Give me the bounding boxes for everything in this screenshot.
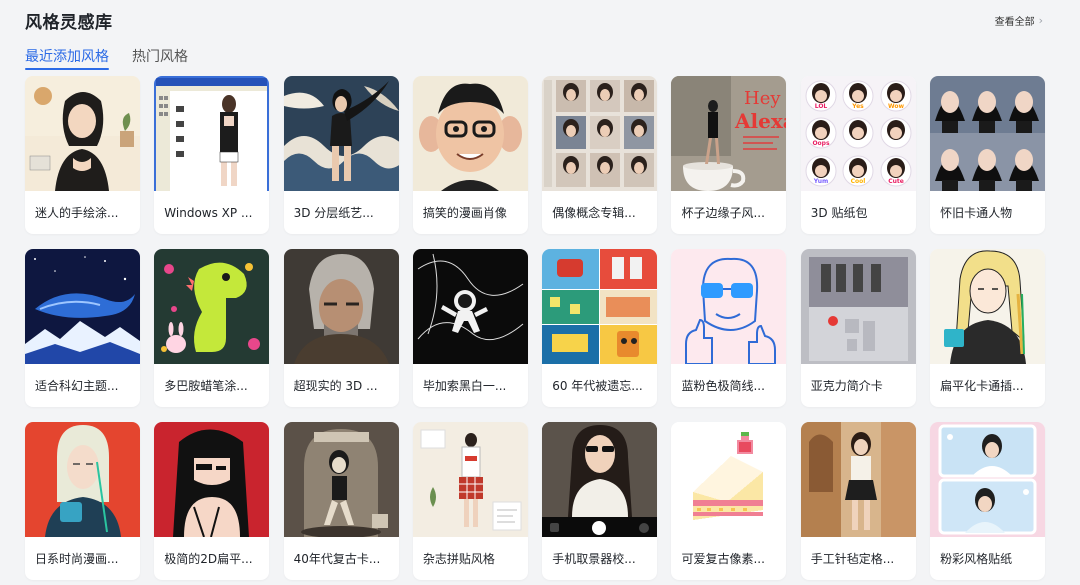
style-card[interactable]: 迷人的手绘涂...: [25, 76, 140, 234]
style-card-label: 怀旧卡通人物: [940, 206, 1013, 220]
style-thumbnail: [930, 422, 1046, 537]
style-card[interactable]: 3D 分层纸艺...: [283, 76, 399, 234]
style-card-label: 40年代复古卡...: [293, 552, 381, 566]
style-thumbnail: LOL Yes Wow Oops Yum Cool Cute: [800, 76, 916, 191]
svg-text:Wow: Wow: [888, 103, 905, 110]
hey-text: Hey: [744, 88, 781, 109]
chevron-right-icon: ›: [1038, 13, 1043, 27]
style-thumbnail: [25, 249, 140, 364]
style-card-label: 杂志拼贴风格: [422, 552, 495, 566]
style-thumbnail: [154, 76, 270, 191]
style-card[interactable]: 亚克力简介卡: [800, 249, 916, 407]
style-thumbnail: [154, 422, 270, 537]
style-thumbnail: [800, 422, 916, 537]
style-card[interactable]: 毕加索黑白一...: [412, 249, 528, 407]
style-card-label: 亚克力简介卡: [810, 379, 883, 393]
style-thumbnail: [542, 76, 658, 191]
view-all-link[interactable]: 查看全部 ›: [995, 13, 1043, 28]
style-thumbnail: [283, 422, 399, 537]
style-thumbnail: [25, 76, 140, 191]
tab-recently-added[interactable]: 最近添加风格: [25, 46, 109, 70]
style-card-label: 极简的2D扁平...: [164, 552, 253, 566]
svg-text:Oops: Oops: [812, 140, 830, 147]
style-card[interactable]: 手工针毡定格...: [800, 422, 916, 580]
style-card[interactable]: 60 年代被遗忘...: [542, 249, 658, 407]
style-card[interactable]: 粉彩风格贴纸: [930, 422, 1046, 580]
style-card-label: 手机取景器校...: [552, 552, 636, 566]
style-thumbnail: [283, 249, 399, 364]
style-thumbnail: [800, 249, 916, 364]
style-card-label: 杯子边缘子风...: [681, 206, 765, 220]
style-card[interactable]: 可爱复古像素...: [671, 422, 787, 580]
svg-text:LOL: LOL: [815, 103, 828, 110]
style-thumbnail: Hey Alexa!: [671, 76, 787, 191]
style-card-label: 手工针毡定格...: [810, 552, 895, 566]
style-thumbnail: [412, 76, 528, 191]
style-thumbnail: [283, 76, 399, 191]
style-thumbnail: [412, 249, 528, 364]
style-grid: 迷人的手绘涂... Windows XP ... 3D 分层纸艺... 搞笑的漫…: [25, 76, 1046, 580]
style-card-label: 蓝粉色极简线...: [681, 379, 765, 393]
style-thumbnail: [930, 76, 1046, 191]
style-card-label: 搞笑的漫画肖像: [422, 206, 507, 220]
style-card-label: 日系时尚漫画...: [35, 552, 119, 566]
style-thumbnail: [412, 422, 528, 537]
page-title: 风格灵感库: [25, 12, 113, 33]
alexa-text: Alexa!: [734, 109, 786, 133]
style-card-label: 粉彩风格贴纸: [940, 552, 1013, 566]
style-thumbnail: [542, 249, 658, 364]
style-card[interactable]: LOL Yes Wow Oops Yum Cool Cute 3D 贴纸包: [800, 76, 916, 234]
style-card-label: 3D 分层纸艺...: [293, 206, 374, 220]
style-card[interactable]: Hey Alexa! 杯子边缘子风...: [671, 76, 787, 234]
style-card[interactable]: 超现实的 3D ...: [283, 249, 399, 407]
style-card[interactable]: 搞笑的漫画肖像: [412, 76, 528, 234]
view-all-label: 查看全部: [994, 16, 1035, 28]
style-thumbnail: [542, 422, 658, 537]
style-card[interactable]: 手机取景器校...: [542, 422, 658, 580]
svg-text:Yes: Yes: [851, 103, 864, 110]
style-card[interactable]: Windows XP ...: [154, 76, 270, 234]
style-card[interactable]: 适合科幻主题...: [25, 249, 140, 407]
page-header: 风格灵感库 查看全部 ›: [25, 8, 1055, 33]
style-thumbnail: [671, 249, 787, 364]
svg-text:Cute: Cute: [888, 178, 904, 185]
style-card[interactable]: 杂志拼贴风格: [412, 422, 528, 580]
style-thumbnail: [671, 422, 787, 537]
svg-text:Cool: Cool: [850, 178, 865, 185]
style-card-label: 可爱复古像素...: [681, 552, 765, 566]
style-thumbnail: [930, 249, 1046, 364]
style-card-label: 迷人的手绘涂...: [35, 206, 119, 220]
style-tabs: 最近添加风格 热门风格: [25, 46, 188, 70]
style-card-label: 毕加索黑白一...: [422, 379, 507, 393]
style-card[interactable]: 多巴胺蜡笔涂...: [154, 249, 270, 407]
style-thumbnail: [154, 249, 270, 364]
style-card[interactable]: 怀旧卡通人物: [930, 76, 1046, 234]
style-card-label: 偶像概念专辑...: [552, 206, 636, 220]
svg-text:Yum: Yum: [813, 178, 828, 185]
style-card-label: 超现实的 3D ...: [293, 379, 378, 393]
style-card-label: 3D 贴纸包: [810, 206, 868, 220]
tab-popular[interactable]: 热门风格: [132, 46, 188, 68]
style-card[interactable]: 40年代复古卡...: [283, 422, 399, 580]
style-card[interactable]: 日系时尚漫画...: [25, 422, 140, 580]
style-card[interactable]: 偶像概念专辑...: [542, 76, 658, 234]
style-card-label: Windows XP ...: [164, 205, 253, 220]
style-card[interactable]: 扁平化卡通插...: [930, 249, 1046, 407]
style-card-label: 扁平化卡通插...: [940, 379, 1024, 393]
style-card[interactable]: 蓝粉色极简线...: [671, 249, 787, 407]
style-card-label: 适合科幻主题...: [35, 379, 119, 393]
style-thumbnail: [25, 422, 140, 537]
style-card-label: 60 年代被遗忘...: [552, 379, 643, 393]
style-card[interactable]: 极简的2D扁平...: [154, 422, 270, 580]
style-card-label: 多巴胺蜡笔涂...: [164, 379, 248, 393]
